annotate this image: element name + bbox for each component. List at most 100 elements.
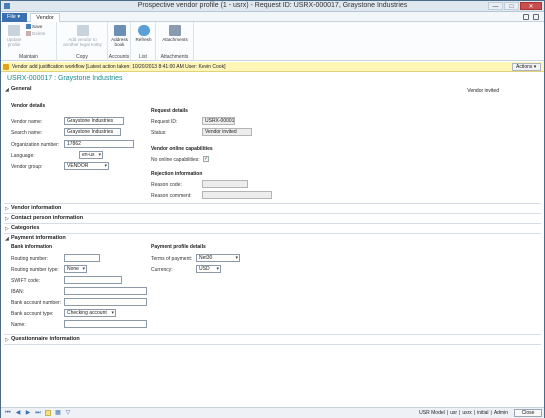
bank-account-type-select[interactable]: Checking account [64, 309, 116, 317]
refresh-button[interactable]: Refresh [133, 25, 154, 42]
company-segment: usr [450, 410, 458, 416]
bank-account-number-field[interactable] [64, 298, 147, 306]
request-details-heading: Request details [151, 108, 188, 114]
accounts-group-label: Accounts [108, 54, 130, 60]
routing-number-field[interactable] [64, 254, 100, 262]
payment-profile-heading: Payment profile details [151, 244, 206, 250]
window-title: Prospective vendor profile (1 - usrx) - … [137, 2, 408, 9]
bank-information-heading: Bank information [11, 244, 53, 250]
routing-number-type-label: Routing number type: [11, 267, 59, 273]
vendor-information-section-header[interactable]: ▷ Vendor information [4, 204, 541, 213]
application-window: Prospective vendor profile (1 - usrx) - … [0, 0, 545, 418]
swift-code-label: SWIFT code: [11, 278, 41, 284]
add-vendor-legal-entity-button[interactable]: Add vendor to another legal entity [60, 25, 105, 47]
questionnaire-section-header[interactable]: ▷ Questionnaire information [4, 335, 541, 344]
accounts-group: Address book Accounts [108, 22, 131, 61]
language-label: Language: [11, 153, 35, 159]
previous-record-icon[interactable]: ◀ [15, 410, 21, 416]
section-divider [4, 344, 541, 345]
address-book-button[interactable]: Address book [110, 25, 129, 47]
file-tab[interactable]: File ▾ [2, 13, 27, 22]
help-icon[interactable] [523, 14, 529, 20]
collapse-triangle-icon: ▷ [5, 337, 9, 343]
ribbon: Update profile Save Delete Maintain Add … [1, 22, 544, 61]
iban-field[interactable] [64, 287, 147, 295]
reason-code-label: Reason code: [151, 182, 182, 188]
last-record-icon[interactable]: ⏭ [35, 410, 41, 416]
ribbon-tab-bar: File ▾ Vendor [1, 12, 544, 22]
copy-group: Add vendor to another legal entity Copy [57, 22, 108, 61]
vendor-name-label: Vendor name: [11, 119, 43, 125]
search-name-field[interactable]: Graystone Industries [64, 128, 121, 136]
vendor-details-heading: Vendor details [11, 103, 46, 109]
save-icon [26, 24, 31, 30]
payment-section-header[interactable]: ◢ Payment information [4, 234, 541, 243]
maximize-button[interactable]: □ [504, 2, 519, 10]
routing-number-type-select[interactable]: None [64, 265, 87, 273]
language-select[interactable]: en-us [79, 151, 103, 159]
record-view-icon[interactable] [45, 410, 51, 416]
list-group: Refresh List [131, 22, 156, 61]
user-segment: Admin [493, 410, 508, 416]
bank-account-number-label: Bank account number: [11, 300, 62, 306]
record-title: USRX-000017 : Graystone Industries [7, 75, 123, 82]
close-window-button[interactable]: ✕ [520, 2, 542, 10]
bank-name-label: Name: [11, 322, 26, 328]
minimize-button[interactable]: — [488, 2, 503, 10]
swift-code-field[interactable] [64, 276, 122, 284]
title-bar: Prospective vendor profile (1 - usrx) - … [1, 1, 544, 12]
general-section-header[interactable]: ◢ General [4, 85, 541, 94]
grid-view-icon[interactable]: ▦ [55, 410, 61, 416]
first-record-icon[interactable]: ⏮ [5, 410, 11, 416]
maintain-group-label: Maintain [19, 54, 38, 60]
vendor-name-field[interactable]: Graystone Industries [64, 117, 124, 125]
delete-button[interactable]: Delete [26, 31, 45, 37]
attachments-button[interactable]: Attachments [159, 25, 191, 42]
organization-number-label: Organization number: [11, 142, 60, 148]
collapse-triangle-icon: ▷ [5, 216, 9, 222]
close-button[interactable]: Close [514, 409, 542, 417]
routing-number-label: Routing number: [11, 256, 48, 262]
no-online-capabilities-label: No online capabilities: [151, 157, 200, 163]
minimize-ribbon-icon[interactable] [533, 14, 539, 20]
status-label: Status: [151, 130, 167, 136]
organization-number-field[interactable]: 17862 [64, 140, 134, 148]
model-segment: USR Model [419, 410, 445, 416]
search-name-label: Search name: [11, 130, 43, 136]
currency-label: Currency: [151, 267, 173, 273]
copy-group-label: Copy [76, 54, 88, 60]
currency-select[interactable]: USD [196, 265, 221, 273]
expand-triangle-icon: ◢ [5, 87, 9, 93]
terms-of-payment-label: Terms of payment: [151, 256, 193, 262]
workflow-info-text: Vendor add justification workflow [Lates… [12, 64, 226, 70]
bank-name-field[interactable] [64, 320, 147, 328]
vendor-group-select[interactable]: VENDOR [64, 162, 109, 170]
no-online-capabilities-checkbox[interactable]: ✓ [203, 156, 209, 162]
terms-of-payment-select[interactable]: Net30 [196, 254, 240, 262]
collapse-triangle-icon: ▷ [5, 226, 9, 232]
collapse-triangle-icon: ▷ [5, 206, 9, 212]
save-button[interactable]: Save [26, 24, 42, 30]
actions-button[interactable]: Actions ▾ [512, 63, 541, 71]
delete-icon [26, 31, 31, 37]
bank-account-type-label: Bank account type: [11, 311, 54, 317]
status-bar: ⏮ ◀ ▶ ⏭ ▦ ▽ USR Model | usr | usrx | initia… [1, 407, 544, 418]
reason-comment-label: Reason comment: [151, 193, 192, 199]
add-vendor-icon [76, 25, 89, 36]
vendor-tab[interactable]: Vendor [30, 13, 60, 22]
expand-triangle-icon: ◢ [5, 236, 9, 242]
iban-label: IBAN: [11, 289, 25, 295]
categories-section-header[interactable]: ▷ Categories [4, 224, 541, 233]
refresh-icon [137, 25, 150, 36]
workflow-infobar: Vendor add justification workflow [Lates… [1, 62, 544, 72]
next-record-icon[interactable]: ▶ [25, 410, 31, 416]
paperclip-icon [169, 25, 181, 36]
update-profile-button[interactable]: Update profile [5, 25, 23, 47]
partition-segment: usrx [462, 410, 472, 416]
rejection-information-heading: Rejection information [151, 171, 203, 177]
filter-icon[interactable]: ▽ [65, 410, 71, 416]
reason-code-field [202, 180, 248, 188]
status-info: USR Model | usr | usrx | initial | Admin [419, 410, 508, 416]
contact-person-section-header[interactable]: ▷ Contact person information [4, 214, 541, 223]
attachments-group: Attachments Attachments [156, 22, 194, 61]
